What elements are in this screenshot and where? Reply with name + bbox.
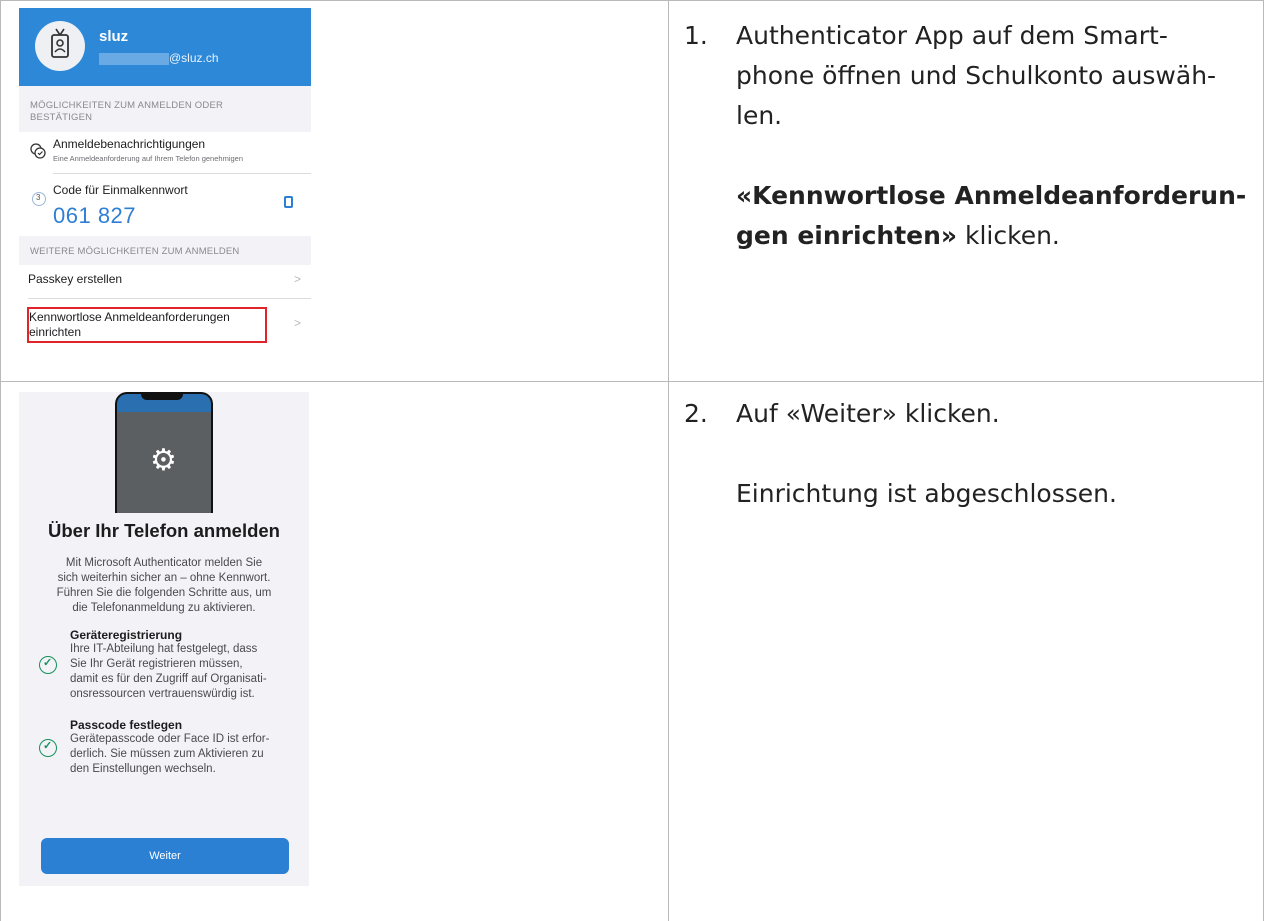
requirement-text: Gerätepasscode oder Face ID ist erfor- d… [70,732,302,777]
account-header: sluz @sluz.ch [19,8,311,86]
otp-code: 061 827 [53,203,137,228]
notification-bubbles-icon [29,142,47,165]
requirement-line: Gerätepasscode oder Face ID ist erfor- [70,733,270,745]
continue-button[interactable]: Weiter [41,838,289,874]
requirement-line: Sie Ihr Gerät registrieren müssen, [70,658,243,670]
copy-icon[interactable] [284,196,293,208]
intro-line: die Telefonanmeldung zu aktivieren. [72,602,256,614]
requirement-line: derlich. Sie müssen zum Aktivieren zu [70,748,264,760]
table-row-divider [0,381,1264,382]
chevron-right-icon: > [293,316,301,330]
notifications-subtitle: Eine Anmeldeanforderung auf Ihrem Telefo… [53,154,243,163]
step-2: 2. Auf «Weiter» klicken. Einrichtung ist… [684,394,1244,594]
otp-title: Code für Einmalkennwort [53,183,188,197]
section-heading-line: BESTÄTIGEN [30,112,93,123]
step-text-line: phone öffnen und Schulkonto auswäh- [736,61,1217,90]
highlight-box [27,307,267,343]
step-text-line: len. [736,101,783,130]
step-number: 2. [684,399,708,428]
notifications-title: Anmeldebenachrichtigungen [53,137,206,151]
step-note: Einrichtung ist abgeschlossen. [736,479,1117,508]
countdown-value: 3 [36,193,41,202]
section-heading-sign-in: MÖGLICHKEITEN ZUM ANMELDEN ODER BESTÄTIG… [30,100,223,124]
row-divider [53,173,311,174]
intro-line: sich weiterhin sicher an – ohne Kennwort… [57,572,271,584]
requirement-title: Passcode festlegen [70,718,183,732]
authenticator-account-screenshot: sluz @sluz.ch MÖGLICHKEITEN ZUM ANMELDEN… [19,8,311,345]
intro-line: Mit Microsoft Authenticator melden Sie [65,557,263,569]
step-1: 1. Authenticator App auf dem Smart- phon… [684,16,1246,376]
intro-text: Mit Microsoft Authenticator melden Sie s… [37,556,291,616]
sign-in-title: Über Ihr Telefon anmelden [48,520,280,541]
step-number: 1. [684,21,708,50]
table-border-top [0,0,1264,1]
redacted-email [99,53,169,65]
countdown-timer-icon: 3 [32,192,46,206]
chevron-right-icon: > [293,272,301,286]
account-name: sluz [99,28,129,45]
instruction-bold: gen einrichten» [736,221,958,250]
table-column-divider [668,0,669,921]
requirement-line: onsressourcen vertrauenswürdig ist. [70,688,255,700]
phone-screen: ⚙ [117,412,211,513]
section-heading-line: MÖGLICHKEITEN ZUM ANMELDEN ODER [30,100,224,111]
check-circle-icon: ✓ [39,656,57,674]
requirement-line: Ihre IT-Abteilung hat festgelegt, dass [70,643,258,655]
section-heading-more: WEITERE MÖGLICHKEITEN ZUM ANMELDEN [30,246,240,257]
phone-sign-in-screenshot: ⚙ Über Ihr Telefon anmelden Mit Microsof… [19,392,309,886]
step-text-line: Auf «Weiter» klicken. [736,399,1000,428]
instruction-rest: klicken. [957,221,1060,250]
requirement-line: damit es für den Zugriff auf Organisati- [70,673,267,685]
phone-illustration: ⚙ [115,392,213,513]
table-border-left [0,0,1,921]
requirement-line: den Einstellungen wechseln. [70,763,216,775]
account-email: @sluz.ch [169,51,219,65]
instruction-bold: «Kennwortlose Anmeldeanforderun- [736,181,1247,210]
step-text: Authenticator App auf dem Smart- phone ö… [736,16,1256,256]
step-text-line: Authenticator App auf dem Smart- [736,21,1168,50]
check-circle-icon: ✓ [39,739,57,757]
account-badge-icon [35,21,85,71]
phone-notch [141,392,183,400]
row-divider [28,298,311,299]
step-instruction: «Kennwortlose Anmeldeanforderun- gen ein… [736,176,1256,256]
intro-line: Führen Sie die folgenden Schritte aus, u… [56,587,272,599]
requirement-title: Geräteregistrierung [70,628,183,642]
requirement-text: Ihre IT-Abteilung hat festgelegt, dass S… [70,642,302,702]
passkey-label: Passkey erstellen [28,272,123,286]
gear-icon: ⚙ [150,444,177,477]
step-text: Auf «Weiter» klicken. Einrichtung ist ab… [736,394,1256,514]
